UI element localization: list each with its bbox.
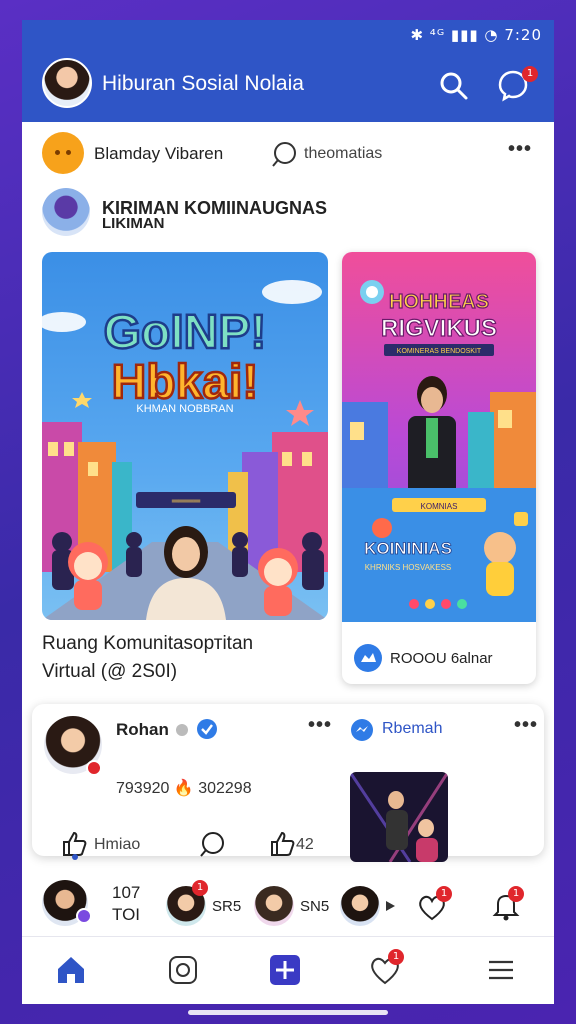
notification-badge: 1 [522, 66, 538, 82]
like-label[interactable]: Hmiao [94, 836, 140, 854]
story-badge-2: 1 [192, 880, 208, 896]
status-bar: ✱ ⁴ᴳ ▮▮▮ ◔ 7:20 [410, 26, 542, 44]
stories-row: 107 TOI 1 SR5 SN5 1 1 [32, 872, 544, 936]
menu-icon[interactable] [486, 955, 516, 985]
section-title-line1: KIRIMAN KOMIINAUGNAS [102, 198, 327, 218]
user-avatar[interactable] [42, 132, 84, 174]
side-author-name[interactable]: Rbemah [382, 720, 442, 738]
search-icon[interactable] [436, 68, 470, 102]
app-title: Hiburan Sosial Nolaia [102, 72, 304, 95]
featured-post-image[interactable]: ════ GoINP! Hbkai! KHMAN NOBBRAN [42, 252, 328, 620]
post-action-label[interactable]: theomatias [304, 145, 382, 163]
feed-stats: 793920 🔥 302298 [116, 780, 252, 797]
feed-post-card: Rohan ••• 793920 🔥 302298 Hmiao 42 Rbema… [32, 704, 544, 862]
side-more-icon[interactable]: ••• [514, 714, 538, 737]
comment-icon[interactable] [270, 140, 298, 168]
feed-more-icon[interactable]: ••• [308, 714, 332, 737]
panel-subtitle: KHRNIKS HOSVAKESS [365, 563, 452, 572]
side-headline-2: RIGVIKUS [381, 315, 497, 342]
more-options-icon[interactable]: ••• [508, 138, 532, 161]
mascot-right [258, 548, 298, 616]
side-headline-sub: KOMINERAS BENDOSKIT [397, 348, 482, 355]
headline-subtitle: KHMAN NOBBRAN [136, 403, 233, 415]
time-icon [176, 724, 188, 736]
story-count-2: SR5 [212, 898, 242, 915]
post-caption: Ruang Komunitasортitan Virtual (@ 2S0I) [42, 630, 253, 686]
bell-badge: 1 [508, 886, 524, 902]
feed-messenger-icon [351, 719, 373, 741]
feed-comment-icon[interactable] [198, 830, 226, 858]
caption-line1: Ruang Komunitasортitan [42, 633, 254, 654]
community-avatar[interactable] [42, 188, 90, 236]
section-title: KIRIMAN KOMIINAUGNAS LIKIMAN [102, 198, 327, 232]
concert-thumbnail[interactable] [350, 772, 448, 862]
live-status-icon [86, 760, 102, 776]
create-post-icon[interactable] [268, 953, 302, 987]
status-time: 7:20 [504, 26, 542, 44]
home-icon[interactable] [54, 953, 88, 987]
home-indicator[interactable] [188, 1010, 388, 1015]
camera-icon[interactable] [166, 953, 200, 987]
headline-line1: GoINP! [104, 306, 267, 359]
carousel-dot [72, 854, 78, 860]
side-card-footer: ROOOU 6alnar [390, 650, 493, 667]
section-title-line2: LIKIMAN [102, 215, 165, 232]
story-count-1b: TOI [112, 905, 141, 924]
heart-badge: 1 [388, 949, 404, 965]
headline-line2: Hbkai! [112, 356, 259, 409]
share-count: 42 [296, 836, 314, 853]
story-status-icon [76, 908, 92, 924]
bottom-navigation: 1 [22, 936, 554, 1004]
story-avatar-4[interactable] [340, 886, 380, 926]
verified-icon [197, 719, 217, 739]
mascot-left [68, 542, 108, 610]
story-count-1a: 107 [112, 883, 141, 902]
street-sign-text: ════ [171, 496, 201, 507]
app-header: ✱ ⁴ᴳ ▮▮▮ ◔ 7:20 Hiburan Sosial Nolaia 1 [22, 20, 554, 122]
caption-line2: Virtual (@ 2S0I) [42, 661, 178, 682]
post-author-name[interactable]: Blamday Vibaren [94, 144, 223, 164]
profile-avatar[interactable] [42, 58, 92, 108]
side-card-illustration: HOHHEAS RIGVIKUS KOMINERAS BENDOSKIT KOM… [342, 252, 536, 622]
panel-sign: KOMNIAS [421, 502, 458, 511]
post-row: Blamday Vibaren theomatias ••• [22, 128, 554, 178]
play-icon [386, 901, 395, 911]
group-icon [354, 644, 382, 672]
status-icons: ✱ ⁴ᴳ ▮▮▮ ◔ [410, 26, 499, 44]
side-post-card[interactable]: HOHHEAS RIGVIKUS KOMINERAS BENDOSKIT KOM… [342, 252, 536, 684]
side-headline-1: HOHHEAS [389, 291, 489, 313]
share-icon[interactable] [268, 830, 296, 858]
feed-author-name[interactable]: Rohan [116, 720, 169, 740]
story-avatar-3[interactable] [254, 886, 294, 926]
panel-mascot [484, 532, 516, 596]
panel-title: KOININIAS [364, 539, 452, 558]
app-screen: ✱ ⁴ᴳ ▮▮▮ ◔ 7:20 Hiburan Sosial Nolaia 1 … [22, 20, 554, 1004]
story-heart-badge: 1 [436, 886, 452, 902]
story-count-1: 107 TOI [112, 882, 140, 926]
story-count-3: SN5 [300, 898, 330, 915]
event-illustration: ════ GoINP! Hbkai! KHMAN NOBBRAN [42, 252, 328, 620]
